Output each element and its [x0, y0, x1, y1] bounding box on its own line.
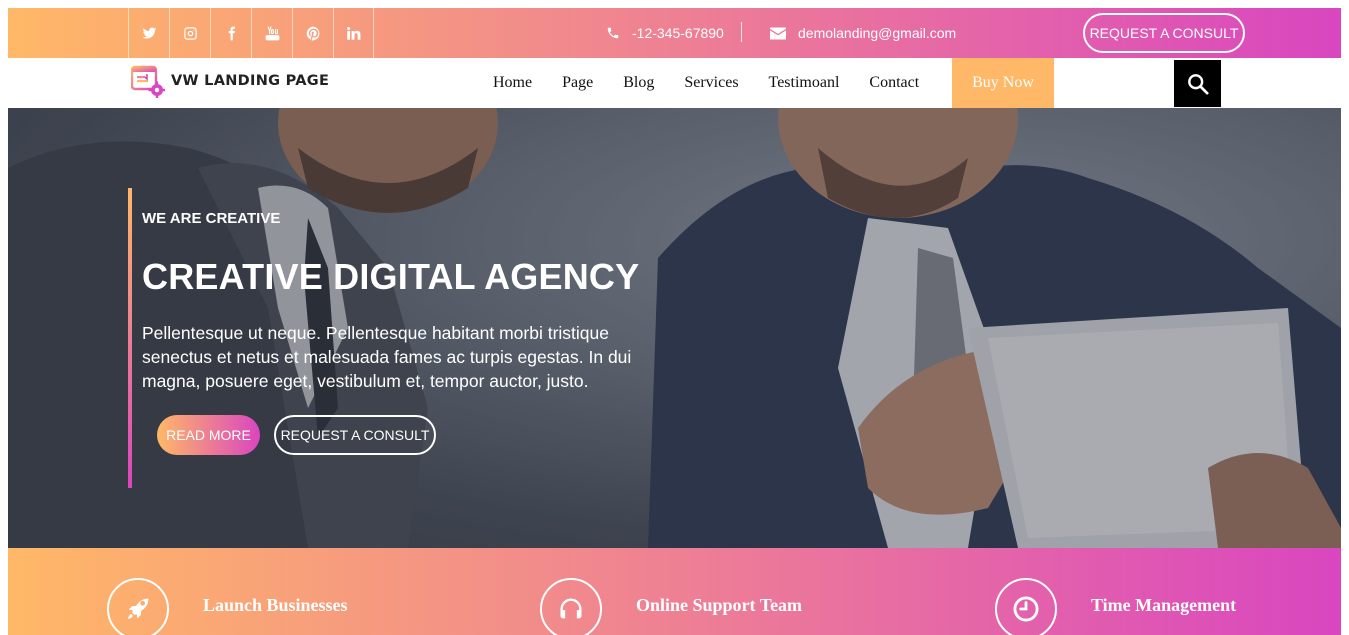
- feature-icon-circle: [540, 578, 602, 635]
- top-bar: -12-345-67890 demolanding@gmail.com REQU…: [8, 8, 1341, 58]
- social-links: [128, 8, 374, 58]
- buy-now-button[interactable]: Buy Now: [952, 58, 1054, 108]
- linkedin-icon[interactable]: [333, 8, 374, 58]
- hero-accent-line: [128, 188, 132, 488]
- nav-item-contact[interactable]: Contact: [869, 74, 919, 92]
- main-navbar: VW LANDING PAGE Home Page Blog Services …: [8, 58, 1341, 108]
- facebook-icon[interactable]: [210, 8, 251, 58]
- instagram-icon[interactable]: [169, 8, 210, 58]
- landing-page: -12-345-67890 demolanding@gmail.com REQU…: [8, 8, 1341, 635]
- logo-icon: [131, 65, 165, 98]
- clock-icon: [1013, 596, 1039, 622]
- feature-online-support-team[interactable]: Online Support Team: [540, 578, 802, 635]
- contact-divider: [741, 22, 742, 42]
- phone-contact: -12-345-67890: [606, 8, 724, 58]
- feature-title: Online Support Team: [636, 594, 803, 615]
- nav-item-services[interactable]: Services: [684, 74, 738, 92]
- hero-description: Pellentesque ut neque. Pellentesque habi…: [142, 323, 632, 391]
- feature-title: Launch Businesses: [203, 594, 348, 615]
- nav-item-testimonial[interactable]: Testimoanl: [769, 74, 840, 92]
- search-icon: [1187, 73, 1209, 95]
- request-consult-top-button[interactable]: REQUEST A CONSULT: [1083, 13, 1245, 53]
- nav-item-page[interactable]: Page: [562, 74, 593, 92]
- feature-icon-circle: [107, 578, 169, 635]
- youtube-icon[interactable]: [251, 8, 292, 58]
- search-button[interactable]: [1174, 60, 1221, 107]
- email-address[interactable]: demolanding@gmail.com: [798, 25, 956, 41]
- hero-section: WE ARE CREATIVE CREATIVE DIGITAL AGENCY …: [8, 108, 1341, 548]
- hero-title: CREATIVE DIGITAL AGENCY: [142, 256, 640, 297]
- headphones-icon: [560, 598, 582, 619]
- email-contact: demolanding@gmail.com: [770, 8, 956, 58]
- nav-item-blog[interactable]: Blog: [623, 74, 654, 92]
- hero-kicker: WE ARE CREATIVE: [142, 210, 281, 227]
- pinterest-icon[interactable]: [292, 8, 333, 58]
- phone-number[interactable]: -12-345-67890: [632, 25, 724, 41]
- nav-item-home[interactable]: Home: [493, 74, 532, 92]
- site-logo[interactable]: VW LANDING PAGE: [131, 64, 329, 98]
- envelope-icon: [770, 27, 786, 39]
- feature-launch-businesses[interactable]: Launch Businesses: [107, 578, 348, 635]
- nav-menu: Home Page Blog Services Testimoanl Conta…: [493, 58, 919, 108]
- read-more-button[interactable]: READ MORE: [157, 415, 260, 455]
- request-consult-hero-button[interactable]: REQUEST A CONSULT: [274, 415, 436, 455]
- feature-title: Time Management: [1091, 594, 1237, 615]
- twitter-icon[interactable]: [128, 8, 169, 58]
- feature-time-management[interactable]: Time Management: [995, 578, 1236, 635]
- phone-icon: [607, 27, 619, 39]
- logo-text: VW LANDING PAGE: [171, 73, 330, 89]
- features-strip: Launch Businesses Online Support Team Ti…: [8, 548, 1341, 635]
- feature-icon-circle: [995, 578, 1057, 635]
- rocket-icon: [128, 598, 149, 619]
